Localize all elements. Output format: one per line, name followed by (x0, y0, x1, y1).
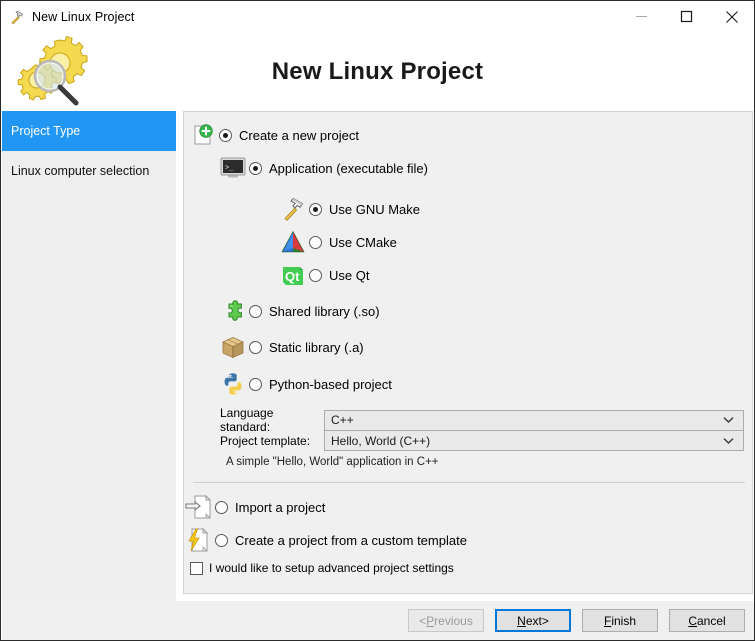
project-type-panel: Create a new project >_ Application (exe… (183, 111, 753, 594)
minimize-button[interactable] (619, 1, 664, 32)
maximize-button[interactable] (664, 1, 709, 32)
next-button-rest: ext (525, 613, 542, 628)
finish-button[interactable]: Finish (582, 609, 658, 632)
radio-custom-template-project[interactable] (215, 533, 228, 547)
radio-application-executable[interactable] (249, 161, 262, 175)
svg-text:>_: >_ (225, 165, 234, 173)
field-project-template: Project template: Hello, World (C++) (220, 430, 744, 451)
radio-create-new-project[interactable] (219, 128, 232, 142)
option-shared-library[interactable]: Shared library (.so) (220, 298, 380, 324)
advanced-settings-checkbox-row[interactable]: I would like to setup advanced project s… (190, 561, 454, 576)
project-template-value: Hello, World (C++) (331, 433, 431, 448)
option-static-library[interactable]: Static library (.a) (220, 334, 364, 360)
window-title: New Linux Project (32, 9, 135, 24)
terminal-icon: >_ (220, 155, 246, 181)
radio-python-based-project[interactable] (249, 377, 262, 391)
window-controls (619, 1, 754, 32)
cancel-button-rest: ancel (696, 613, 726, 628)
qt-icon: Qt (280, 262, 306, 288)
option-use-cmake[interactable]: Use CMake (280, 229, 397, 255)
option-python-based-project[interactable]: Python-based project (220, 371, 392, 397)
sidebar-item-project-type[interactable]: Project Type (2, 111, 176, 151)
box-icon (220, 334, 246, 360)
new-document-icon (190, 122, 216, 148)
close-button[interactable] (709, 1, 754, 32)
chevron-down-icon (723, 431, 734, 450)
title-bar: New Linux Project (1, 1, 754, 32)
sidebar-item-linux-computer-selection[interactable]: Linux computer selection (2, 151, 176, 191)
previous-button-mnemonic: P (426, 613, 435, 628)
advanced-settings-checkbox[interactable] (190, 562, 203, 575)
section-divider (193, 482, 745, 483)
hammer-icon (9, 9, 25, 25)
option-label: Import a project (235, 499, 326, 515)
option-label: Application (executable file) (269, 160, 428, 176)
project-template-dropdown[interactable]: Hello, World (C++) (324, 430, 744, 451)
option-label: Create a new project (239, 127, 359, 143)
radio-static-library[interactable] (249, 340, 262, 354)
sidebar-item-label: Linux computer selection (11, 164, 150, 178)
language-standard-dropdown[interactable]: C++ (324, 409, 744, 431)
svg-text:Qt: Qt (285, 269, 300, 284)
template-description: A simple "Hello, World" application in C… (226, 456, 439, 468)
chevron-down-icon (723, 411, 734, 430)
dialog-footer: < Previous Next > Finish Cancel (2, 601, 754, 640)
option-label: Shared library (.so) (269, 303, 380, 319)
option-use-gnu-make[interactable]: Use GNU Make (280, 196, 420, 222)
radio-import-a-project[interactable] (215, 500, 228, 514)
sidebar-item-label: Project Type (11, 124, 81, 138)
option-label: Python-based project (269, 376, 392, 392)
previous-button[interactable]: < Previous (408, 609, 484, 632)
option-label: Create a project from a custom template (235, 532, 467, 548)
radio-shared-library[interactable] (249, 304, 262, 318)
language-standard-value: C++ (331, 413, 354, 427)
previous-button-prefix: < (419, 613, 427, 628)
advanced-settings-label: I would like to setup advanced project s… (209, 561, 454, 575)
option-label: Use CMake (329, 234, 397, 250)
page-title: New Linux Project (271, 57, 484, 85)
dialog-header: New Linux Project (1, 32, 754, 111)
finish-button-mnemonic: F (603, 613, 612, 628)
cancel-button-mnemonic: C (688, 613, 697, 628)
option-label: Use GNU Make (329, 201, 421, 217)
option-use-qt[interactable]: Qt Use Qt (280, 262, 369, 288)
option-create-new-project[interactable]: Create a new project (190, 122, 359, 148)
puzzle-piece-icon (220, 298, 246, 324)
lightning-document-icon (186, 527, 212, 553)
python-icon (220, 371, 246, 397)
footer-buttons: < Previous Next > Finish Cancel (408, 609, 745, 632)
radio-use-gnu-make[interactable] (309, 202, 322, 216)
new-linux-project-dialog: New Linux Project New Linux Project Proj… (0, 0, 755, 641)
next-button-suffix: > (541, 613, 549, 628)
project-template-label: Project template: (220, 433, 311, 448)
option-application-executable[interactable]: >_ Application (executable file) (220, 155, 428, 181)
cancel-button[interactable]: Cancel (669, 609, 745, 632)
next-button[interactable]: Next > (495, 609, 571, 632)
radio-use-qt[interactable] (309, 268, 322, 282)
cmake-triangle-icon (280, 229, 306, 255)
hammer-icon (280, 196, 306, 222)
finish-button-rest: inish (611, 613, 637, 628)
next-button-mnemonic: N (517, 613, 526, 628)
option-label: Use Qt (329, 267, 370, 283)
radio-use-cmake[interactable] (309, 235, 322, 249)
previous-button-rest: revious (434, 613, 473, 628)
option-import-a-project[interactable]: Import a project (185, 494, 326, 520)
import-document-icon (185, 494, 212, 520)
option-label: Static library (.a) (269, 339, 364, 355)
wizard-step-sidebar: Project Type Linux computer selection (2, 111, 176, 640)
option-custom-template-project[interactable]: Create a project from a custom template (186, 527, 467, 553)
